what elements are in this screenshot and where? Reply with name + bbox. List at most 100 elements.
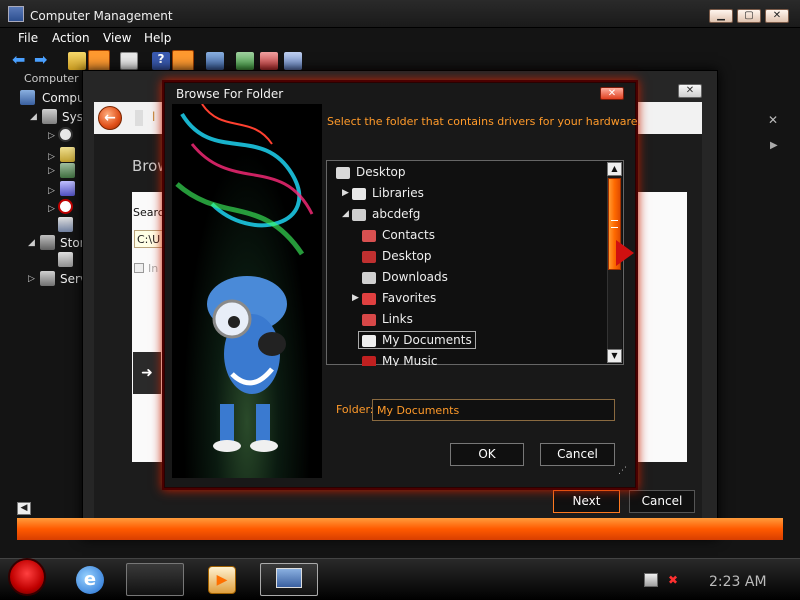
menu-action[interactable]: Action — [52, 31, 90, 45]
folder-label-text: Links — [382, 312, 413, 326]
window-title: Computer Management — [30, 9, 173, 23]
expand-arrow-icon[interactable]: ◢ — [30, 112, 37, 122]
wizard-close-button[interactable]: ✕ — [678, 84, 702, 98]
scroll-down-button[interactable]: ▼ — [607, 349, 622, 363]
status-bar — [17, 518, 783, 540]
folder-item[interactable]: ◢ abcdefg — [342, 207, 421, 221]
resize-grip-icon[interactable]: ⋰ — [618, 466, 627, 476]
ok-button[interactable]: OK — [450, 443, 524, 466]
wizard-cancel-button[interactable]: Cancel — [629, 490, 695, 513]
console-tree-icon[interactable] — [88, 50, 110, 72]
scroll-grip — [611, 220, 618, 228]
folder-item[interactable]: My Documents — [358, 331, 476, 349]
expand-arrow-icon[interactable]: ▷ — [28, 274, 35, 284]
device-manager-icon — [58, 217, 73, 232]
scroll-left-button[interactable]: ◀ — [17, 502, 31, 515]
folder-label: Folder: — [336, 403, 374, 416]
close-button[interactable]: ✕ — [765, 9, 789, 23]
folder-item[interactable]: ▶ Favorites — [352, 291, 437, 305]
clock[interactable]: 2:23 AM — [709, 574, 767, 590]
expand-arrow-icon[interactable]: ▷ — [48, 186, 55, 196]
device-icon — [135, 110, 143, 126]
folder-icon — [362, 355, 376, 366]
expand-arrow-icon[interactable]: ▷ — [48, 166, 55, 176]
help-icon[interactable]: ? — [152, 52, 170, 70]
scan-hardware-icon[interactable] — [284, 52, 302, 70]
folder-item[interactable]: Contacts — [362, 228, 435, 242]
menu-file[interactable]: File — [18, 31, 38, 45]
next-button[interactable]: Next — [553, 490, 620, 513]
folder-icon — [362, 334, 376, 347]
folder-label-text: Libraries — [372, 186, 424, 200]
folder-icon — [336, 166, 350, 179]
folder-input[interactable] — [372, 399, 615, 421]
dialog-close-button[interactable]: ✕ — [600, 87, 624, 100]
system-tools-icon — [42, 109, 57, 124]
back-arrow-icon[interactable]: ← — [98, 106, 122, 130]
disable-device-icon[interactable] — [260, 52, 278, 70]
folder-label-text: My Documents — [382, 333, 472, 347]
computer-management-icon — [276, 568, 302, 588]
scroll-up-button[interactable]: ▲ — [607, 162, 622, 176]
folder-icon — [362, 292, 376, 305]
folder-label-text: My Music — [382, 354, 438, 366]
computer-icon — [20, 90, 35, 105]
expand-arrow-icon[interactable]: ▷ — [48, 152, 55, 162]
performance-icon — [58, 199, 73, 214]
folder-item[interactable]: My Music — [362, 354, 437, 366]
folder-item[interactable]: Desktop — [362, 249, 432, 263]
folder-label-text: abcdefg — [372, 207, 421, 221]
expand-arrow-icon[interactable]: ◢ — [28, 238, 35, 248]
clock-icon — [58, 127, 73, 142]
expand-arrow-icon[interactable]: ▷ — [48, 204, 55, 214]
menu-view[interactable]: View — [103, 31, 131, 45]
shared-folders-icon — [60, 163, 75, 178]
folder-label-text: Favorites — [382, 291, 437, 305]
folder-item[interactable]: Desktop — [336, 165, 406, 179]
network-icon[interactable] — [644, 573, 658, 587]
cancel-button[interactable]: Cancel — [540, 443, 615, 466]
tree-item[interactable]: Compu — [42, 91, 85, 105]
dialog-prompt: Select the folder that contains drivers … — [327, 115, 642, 128]
expand-arrow-icon[interactable]: ▶ — [352, 293, 359, 303]
disk-management-icon — [58, 252, 73, 267]
volume-muted-icon[interactable]: ✖ — [668, 573, 682, 587]
maximize-button[interactable]: ▢ — [737, 9, 761, 23]
folder-label-text: Desktop — [356, 165, 406, 179]
back-arrow-icon[interactable]: ⬅ — [12, 52, 30, 70]
close-icon[interactable]: ✕ — [768, 113, 778, 127]
folder-icon — [352, 208, 366, 221]
folder-item[interactable]: ▶ Libraries — [342, 186, 424, 200]
services-icon — [40, 271, 55, 286]
minimize-button[interactable]: ▁ — [709, 9, 733, 23]
red-arrow-decoration — [616, 240, 634, 266]
expand-arrow-icon[interactable]: ▷ — [48, 131, 55, 141]
search-path-input[interactable]: C:\U — [134, 230, 164, 248]
include-subfolders-checkbox[interactable] — [134, 263, 144, 273]
expanded-arrow-icon[interactable]: ◢ — [342, 209, 349, 219]
folder-item[interactable]: Links — [362, 312, 413, 326]
event-viewer-icon — [60, 147, 75, 162]
folder-item[interactable]: Downloads — [362, 270, 448, 284]
storage-icon — [40, 235, 55, 250]
properties-icon[interactable] — [120, 52, 138, 70]
tree-item[interactable]: Computer — [24, 72, 79, 85]
menu-help[interactable]: Help — [144, 31, 171, 45]
update-driver-icon[interactable] — [236, 52, 254, 70]
folder-up-icon[interactable] — [68, 52, 86, 70]
chevron-right-icon[interactable]: ▶ — [770, 140, 778, 151]
forward-arrow-icon[interactable]: ➡ — [34, 52, 52, 70]
expand-arrow-icon[interactable]: ▶ — [342, 188, 349, 198]
dialog-title: Browse For Folder — [176, 87, 284, 101]
taskbar-app-1[interactable] — [126, 563, 184, 596]
computer-icon[interactable] — [206, 52, 224, 70]
start-button[interactable] — [8, 558, 46, 596]
internet-explorer-icon[interactable]: e — [76, 566, 104, 594]
arrow-right-icon[interactable]: ➜ — [133, 352, 161, 394]
action-pane-icon[interactable] — [172, 50, 194, 72]
tree-item[interactable]: Stor — [60, 236, 85, 250]
folder-label-text: Downloads — [382, 270, 448, 284]
folder-icon — [362, 250, 376, 263]
folder-icon — [352, 187, 366, 200]
media-player-icon[interactable]: ▶ — [208, 566, 236, 594]
